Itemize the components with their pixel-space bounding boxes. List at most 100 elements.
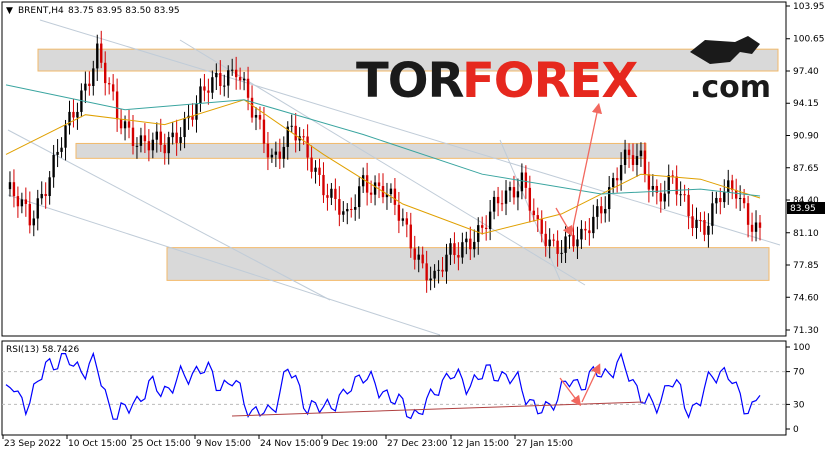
candle-body: [219, 72, 222, 87]
candle-body: [314, 167, 317, 172]
candle-body: [568, 235, 571, 237]
candle-body: [397, 204, 401, 221]
candle-body: [611, 178, 615, 188]
candle-body: [361, 175, 365, 187]
price-tick-label: 81.10: [793, 229, 819, 239]
candle-body: [552, 239, 555, 241]
candle-body: [131, 127, 135, 146]
price-tick-label: 100.65: [793, 35, 825, 45]
candle-body: [338, 199, 341, 215]
candle-body: [258, 115, 262, 120]
candle-body: [60, 147, 63, 152]
candle-body: [342, 211, 345, 215]
candle-body: [699, 219, 702, 221]
candle-body: [203, 86, 206, 91]
svg-text:TOR: TOR: [356, 53, 464, 109]
price-tick-label: 103.95: [793, 2, 825, 12]
candle-body: [615, 178, 619, 181]
candle-body: [119, 119, 123, 129]
time-tick-label: 12 Jan 15:00: [452, 439, 509, 449]
candle-body: [28, 203, 32, 226]
candle-body: [24, 199, 28, 204]
time-tick-label: 27 Jan 15:00: [516, 439, 573, 449]
candle-body: [115, 91, 119, 120]
candle-body: [163, 144, 166, 154]
svg-text:FOREX: FOREX: [462, 53, 638, 109]
candle-body: [600, 206, 603, 214]
candle-body: [123, 121, 127, 129]
rsi-tick-label: 100: [793, 343, 810, 353]
candle-body: [48, 177, 51, 197]
candle-body: [32, 218, 35, 226]
candle-body: [266, 143, 270, 158]
candle-body: [389, 188, 393, 195]
candle-body: [246, 78, 250, 98]
candle-body: [350, 208, 353, 210]
candle-body: [719, 197, 722, 203]
candle-body: [242, 78, 246, 81]
candle-body: [596, 206, 599, 217]
candle-body: [524, 172, 528, 188]
candle-body: [560, 252, 563, 254]
candle-body: [604, 209, 607, 214]
candle-body: [346, 208, 349, 212]
candle-body: [492, 196, 496, 212]
candle-body: [330, 188, 333, 198]
candle-body: [627, 149, 631, 156]
candle-body: [12, 182, 16, 197]
candle-body: [449, 243, 452, 255]
candle-body: [703, 220, 706, 235]
price-tick-label: 77.85: [793, 261, 819, 271]
candle-body: [373, 182, 377, 195]
candle-body: [695, 219, 698, 229]
candle-body: [683, 194, 686, 196]
candle-body: [250, 97, 254, 118]
time-axis: 23 Sep 2022 10 Oct 15:00 25 Oct 15:00 9 Nov…: [2, 435, 573, 449]
candle-body: [746, 203, 750, 225]
candle-body: [409, 224, 412, 249]
candle-body: [532, 210, 535, 216]
candle-body: [104, 62, 107, 84]
candle-body: [481, 225, 484, 228]
time-tick-label: 9 Dec 19:00: [323, 439, 378, 449]
candle-body: [254, 115, 258, 118]
candle-body: [167, 137, 170, 154]
candle-body: [354, 207, 357, 210]
candle-body: [393, 188, 397, 205]
candle-body: [175, 132, 178, 143]
candle-body: [461, 242, 464, 258]
candle-body: [727, 180, 730, 193]
time-tick-label: 24 Nov 15:00: [260, 439, 321, 449]
candle-body: [635, 156, 639, 165]
candle-body: [195, 103, 198, 120]
candle-body: [151, 139, 155, 151]
rsi-header: RSI(13) 58.7426: [6, 345, 79, 355]
candle-body: [619, 165, 623, 181]
candle-body: [675, 176, 678, 195]
candle-body: [139, 135, 143, 146]
candle-body: [484, 227, 488, 229]
candle-body: [580, 228, 583, 240]
candle-body: [433, 270, 436, 279]
candle-body: [711, 203, 714, 226]
price-tick-label: 74.60: [793, 293, 819, 303]
candle-body: [52, 154, 55, 178]
time-tick-label: 9 Nov 15:00: [196, 439, 251, 449]
candle-body: [738, 198, 742, 200]
candle-body: [369, 192, 373, 195]
candle-body: [227, 70, 230, 86]
candle-body: [540, 219, 543, 234]
candle-body: [528, 187, 532, 211]
candle-body: [473, 241, 476, 250]
candle-body: [179, 137, 182, 143]
candle-body: [92, 68, 95, 87]
time-tick-label: 27 Dec 23:00: [387, 439, 448, 449]
candle-body: [155, 131, 158, 140]
candle-body: [143, 135, 147, 142]
candle-body: [127, 121, 131, 128]
candle-body: [56, 151, 59, 155]
candle-body: [290, 125, 293, 127]
candle-body: [111, 84, 115, 92]
candle-body: [679, 194, 682, 196]
symbol-header: BRENT,H4: [18, 6, 64, 16]
